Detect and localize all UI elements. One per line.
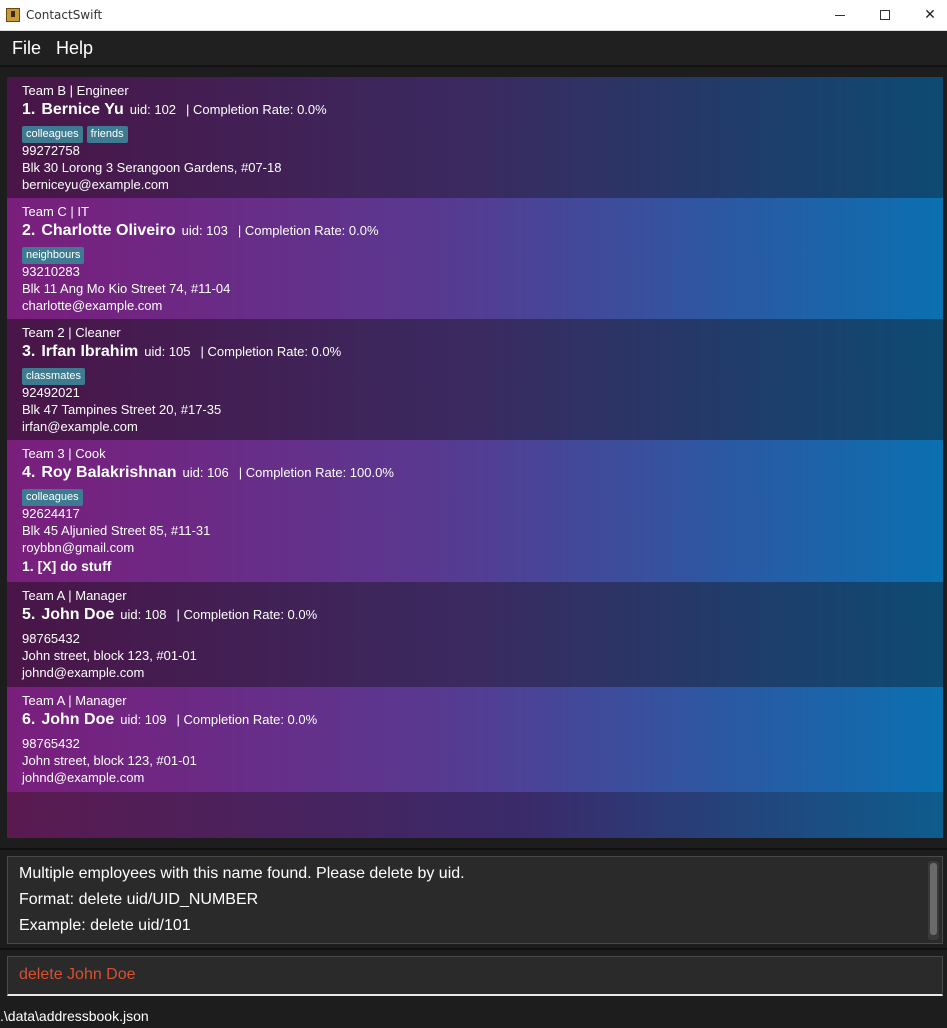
result-scrollbar[interactable] (928, 861, 939, 940)
employee-name: John Doe (41, 606, 115, 623)
status-bar: .\data\addressbook.json (0, 1003, 947, 1028)
employee-card[interactable]: Team A | Manager 5. John Doe uid: 108 | Com… (7, 582, 943, 687)
employee-phone: 98765432 (22, 631, 80, 646)
employee-name-row: 6. John Doe uid: 109 | Completion Rate: 0.0… (22, 711, 317, 729)
window-title: ContactSwift (26, 8, 103, 22)
employee-name-row: 2. Charlotte Oliveiro uid: 103 | Completion… (22, 222, 379, 240)
employee-card[interactable]: Team A | Manager 6. John Doe uid: 109 | Com… (7, 687, 943, 792)
result-panel: Multiple employees with this name found.… (0, 848, 947, 946)
employee-tags: colleagues friends (22, 124, 132, 143)
employee-name-row: 3. Irfan Ibrahim uid: 105 | Completion Rate… (22, 343, 341, 361)
employee-team: Team C | IT (22, 204, 89, 219)
employee-address: Blk 11 Ang Mo Kio Street 74, #11-04 (22, 281, 231, 296)
employee-email: irfan@example.com (22, 419, 138, 434)
employee-card[interactable]: Team 2 | Cleaner 3. Irfan Ibrahim uid: 105… (7, 319, 943, 440)
employee-uid: uid: 108 (120, 607, 167, 622)
employee-name-row: 1. Bernice Yu uid: 102 | Completion Rate: 0… (22, 101, 327, 119)
employee-name: Irfan Ibrahim (41, 343, 139, 360)
employee-tags: colleagues (22, 487, 87, 506)
employee-address: Blk 30 Lorong 3 Serangoon Gardens, #07-1… (22, 160, 282, 175)
employee-email: berniceyu@example.com (22, 177, 169, 192)
close-icon: ✕ (924, 7, 936, 23)
employee-completion-rate: | Completion Rate: 0.0% (176, 607, 318, 622)
employee-list[interactable]: Team B | Engineer 1. Bernice Yu uid: 102 | … (7, 77, 943, 838)
result-message-line: Multiple employees with this name found.… (19, 865, 465, 882)
employee-tags: classmates (22, 366, 89, 385)
employee-completion-rate: | Completion Rate: 0.0% (176, 712, 318, 727)
menu-file[interactable]: File (12, 38, 41, 59)
employee-team: Team A | Manager (22, 588, 127, 603)
employee-name: Roy Balakrishnan (41, 464, 177, 481)
app-icon (6, 8, 20, 22)
employee-email: johnd@example.com (22, 665, 145, 680)
command-input-text: delete John Doe (19, 966, 136, 983)
employee-tags: neighbours (22, 245, 88, 264)
title-bar: ContactSwift ✕ (0, 0, 947, 31)
maximize-button[interactable] (862, 0, 908, 31)
scrollbar-thumb[interactable] (930, 863, 937, 935)
employee-index: 4. (22, 464, 36, 481)
employee-address: John street, block 123, #01-01 (22, 753, 197, 768)
menu-help[interactable]: Help (56, 38, 93, 59)
employee-address: Blk 45 Aljunied Street 85, #11-31 (22, 523, 211, 538)
employee-index: 5. (22, 606, 36, 623)
employee-completion-rate: | Completion Rate: 0.0% (186, 102, 327, 117)
employee-email: johnd@example.com (22, 770, 145, 785)
tag: classmates (22, 368, 86, 385)
employee-team: Team 3 | Cook (22, 446, 106, 461)
tag: colleagues (22, 489, 83, 506)
employee-name: Bernice Yu (41, 101, 124, 118)
employee-card[interactable]: Team B | Engineer 1. Bernice Yu uid: 102 | … (7, 77, 943, 198)
result-display[interactable]: Multiple employees with this name found.… (7, 856, 943, 944)
employee-uid: uid: 103 (181, 223, 228, 238)
employee-uid: uid: 109 (120, 712, 167, 727)
employee-card[interactable]: Team 3 | Cook 4. Roy Balakrishnan uid: 106… (7, 440, 943, 582)
employee-name-row: 4. Roy Balakrishnan uid: 106 | Completion R… (22, 464, 394, 482)
employee-task: 1. [X] do stuff (22, 558, 112, 574)
employee-team: Team A | Manager (22, 693, 127, 708)
result-format-line: Format: delete uid/UID_NUMBER (19, 891, 259, 908)
employee-completion-rate: | Completion Rate: 0.0% (200, 344, 342, 359)
tag: colleagues (22, 126, 83, 143)
employee-name-row: 5. John Doe uid: 108 | Completion Rate: 0.0… (22, 606, 317, 624)
save-file-path: .\data\addressbook.json (0, 1008, 149, 1024)
employee-card[interactable]: Team C | IT 2. Charlotte Oliveiro uid: 103… (7, 198, 943, 319)
employee-team: Team B | Engineer (22, 83, 129, 98)
employee-address: Blk 47 Tampines Street 20, #17-35 (22, 402, 222, 417)
employee-index: 2. (22, 222, 36, 239)
tag: neighbours (22, 247, 85, 264)
tag: friends (86, 126, 128, 143)
employee-uid: uid: 102 (129, 102, 177, 117)
close-button[interactable]: ✕ (907, 0, 947, 31)
employee-name: Charlotte Oliveiro (41, 222, 176, 239)
maximize-icon (880, 10, 890, 20)
minimize-icon (835, 14, 845, 16)
employee-name: John Doe (41, 711, 115, 728)
employee-team: Team 2 | Cleaner (22, 325, 121, 340)
employee-email: charlotte@example.com (22, 298, 163, 313)
employee-completion-rate: | Completion Rate: 0.0% (237, 223, 379, 238)
employee-phone: 98765432 (22, 736, 80, 751)
command-input[interactable]: delete John Doe (7, 956, 943, 996)
employee-index: 6. (22, 711, 36, 728)
employee-phone: 92624417 (22, 506, 80, 521)
employee-phone: 93210283 (22, 264, 80, 279)
employee-index: 1. (22, 101, 36, 118)
employee-uid: uid: 105 (144, 344, 191, 359)
result-example-line: Example: delete uid/101 (19, 917, 191, 934)
command-panel: delete John Doe (0, 948, 947, 1000)
employee-uid: uid: 106 (182, 465, 229, 480)
employee-address: John street, block 123, #01-01 (22, 648, 197, 663)
minimize-button[interactable] (817, 0, 863, 31)
employee-completion-rate: | Completion Rate: 100.0% (238, 465, 394, 480)
employee-index: 3. (22, 343, 36, 360)
employee-phone: 92492021 (22, 385, 80, 400)
employee-email: roybbn@gmail.com (22, 540, 135, 555)
menu-bar: File Help (0, 31, 947, 67)
employee-phone: 99272758 (22, 143, 80, 158)
